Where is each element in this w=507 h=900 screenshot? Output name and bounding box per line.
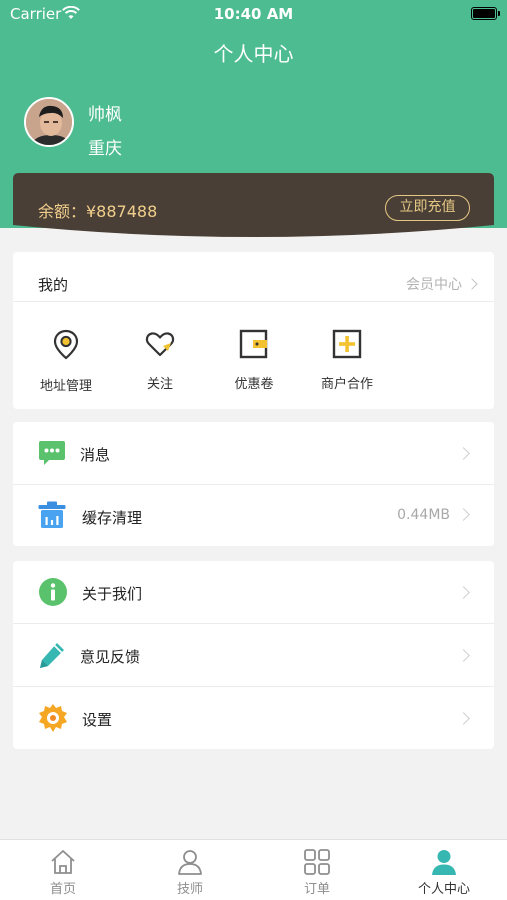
tab-label-profile: 个人中心 — [417, 882, 470, 897]
tab-home[interactable]: 首页 — [0, 840, 126, 900]
grid-item-merchant[interactable]: 商户合作 — [300, 328, 394, 392]
grid-icon — [304, 849, 330, 875]
row-label-feedback: 意见反馈 — [80, 648, 141, 666]
grid-label-address: 地址管理 — [39, 379, 92, 394]
status-bar: Carrier 10:40 AM — [0, 0, 507, 28]
list-card-1: 消息 缓存清理 0.44MB — [13, 422, 494, 546]
member-center-link[interactable]: 会员中心 — [406, 274, 478, 294]
row-label-about-us: 关于我们 — [82, 585, 143, 603]
grid-item-coupon[interactable]: 优惠卷 — [207, 328, 301, 392]
grid-item-follow[interactable]: 关注 — [113, 328, 207, 392]
row-label-clear-cache: 缓存清理 — [82, 509, 143, 527]
battery-icon — [471, 7, 500, 20]
tab-label-technician: 技师 — [176, 882, 203, 897]
tab-label-home: 首页 — [49, 882, 76, 897]
chevron-right-icon — [457, 586, 470, 599]
mine-title: 我的 — [38, 276, 69, 294]
pencil-icon — [40, 643, 64, 668]
user-name: 帅枫 — [88, 105, 122, 125]
row-clear-cache[interactable]: 缓存清理 0.44MB — [13, 485, 494, 546]
balance-amount: 余额：¥887488 — [38, 202, 158, 221]
home-icon — [51, 850, 75, 874]
row-label-messages: 消息 — [80, 446, 111, 464]
clock: 10:40 AM — [213, 5, 294, 23]
tab-technician[interactable]: 技师 — [127, 840, 253, 900]
tab-bar: 首页 技师 订单 个人中心 — [0, 839, 507, 900]
user-city: 重庆 — [88, 139, 122, 159]
wallet-icon — [239, 329, 268, 359]
heart-icon — [145, 332, 175, 357]
member-center-label: 会员中心 — [406, 277, 462, 293]
gear-icon — [39, 704, 67, 732]
mine-header: 我的 会员中心 — [13, 252, 494, 302]
avatar[interactable] — [24, 97, 74, 147]
grid-item-address[interactable]: 地址管理 — [19, 328, 113, 394]
chevron-right-icon — [457, 508, 470, 521]
chevron-right-icon — [457, 649, 470, 662]
row-settings[interactable]: 设置 — [13, 687, 494, 749]
tab-label-orders: 订单 — [303, 882, 330, 897]
row-value-cache-size: 0.44MB — [397, 507, 450, 523]
info-icon — [39, 578, 67, 606]
row-feedback[interactable]: 意见反馈 — [13, 624, 494, 687]
tab-orders[interactable]: 订单 — [254, 840, 380, 900]
grid-label-merchant: 商户合作 — [320, 377, 373, 392]
user-icon — [178, 850, 202, 875]
location-icon — [53, 329, 79, 360]
chevron-right-icon — [457, 447, 470, 460]
grid-label-coupon: 优惠卷 — [234, 377, 274, 392]
recharge-button[interactable]: 立即充值 — [385, 195, 470, 221]
list-card-2: 关于我们 意见反馈 设置 — [13, 561, 494, 749]
mine-card: 我的 会员中心 地址管理 关注 优惠卷 商户合作 — [13, 252, 494, 409]
page-title: 个人中心 — [213, 42, 294, 66]
plus-box-icon — [332, 329, 362, 359]
row-messages[interactable]: 消息 — [13, 422, 494, 485]
chevron-right-icon — [466, 278, 478, 290]
row-label-settings: 设置 — [82, 711, 113, 729]
chevron-right-icon — [457, 712, 470, 725]
tab-profile[interactable]: 个人中心 — [381, 840, 507, 900]
row-about-us[interactable]: 关于我们 — [13, 561, 494, 624]
profile-icon — [432, 850, 456, 875]
message-icon — [39, 441, 65, 465]
trash-icon — [38, 501, 66, 528]
grid-label-follow: 关注 — [146, 377, 173, 392]
